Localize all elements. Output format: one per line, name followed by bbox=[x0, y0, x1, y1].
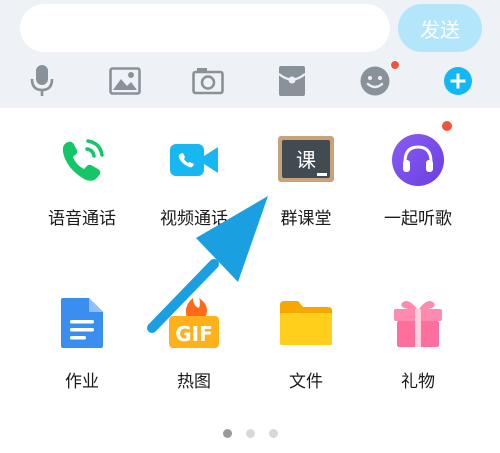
app-voice-call[interactable]: 语音通话 bbox=[26, 130, 138, 229]
plus-icon[interactable] bbox=[441, 64, 475, 98]
page-dot[interactable] bbox=[245, 429, 255, 438]
page-dot[interactable] bbox=[222, 429, 232, 438]
emoji-icon[interactable] bbox=[358, 64, 392, 98]
gift-icon bbox=[388, 293, 448, 353]
gif-badge-text: GIF bbox=[175, 322, 213, 346]
app-label: 群课堂 bbox=[280, 209, 332, 229]
app-label: 作业 bbox=[65, 372, 99, 392]
hot-gif-icon: GIF bbox=[164, 293, 224, 353]
page-dot[interactable] bbox=[268, 429, 278, 438]
voice-call-icon bbox=[52, 130, 112, 190]
red-packet-icon[interactable] bbox=[275, 64, 309, 98]
app-label: 文件 bbox=[289, 372, 323, 392]
app-video-call[interactable]: 视频通话 bbox=[138, 130, 250, 229]
app-listen-together[interactable]: 一起听歌 bbox=[362, 130, 474, 229]
message-input[interactable] bbox=[20, 4, 390, 52]
folder-icon bbox=[276, 293, 336, 353]
classroom-badge-text: 课 bbox=[296, 148, 316, 172]
app-label: 视频通话 bbox=[160, 209, 228, 229]
app-label: 语音通话 bbox=[48, 209, 116, 229]
group-classroom-icon: 课 bbox=[276, 130, 336, 190]
homework-icon bbox=[52, 293, 112, 353]
app-file[interactable]: 文件 bbox=[250, 293, 362, 392]
app-hot-gif[interactable]: GIF 热图 bbox=[138, 293, 250, 392]
app-gift[interactable]: 礼物 bbox=[362, 293, 474, 392]
microphone-icon[interactable] bbox=[25, 64, 59, 98]
listen-together-icon bbox=[388, 130, 448, 190]
app-homework[interactable]: 作业 bbox=[26, 293, 138, 392]
chat-input-area: 发送 bbox=[0, 0, 500, 108]
app-group-classroom[interactable]: 课 群课堂 bbox=[250, 130, 362, 229]
send-button[interactable]: 发送 bbox=[398, 4, 482, 52]
app-label: 礼物 bbox=[401, 372, 435, 392]
page-indicator bbox=[0, 429, 500, 438]
emoji-badge-dot bbox=[390, 60, 400, 70]
listen-together-badge-dot bbox=[441, 120, 453, 132]
app-label: 一起听歌 bbox=[384, 209, 452, 229]
image-icon[interactable] bbox=[108, 64, 142, 98]
camera-icon[interactable] bbox=[191, 64, 225, 98]
video-call-icon bbox=[164, 130, 224, 190]
app-label: 热图 bbox=[177, 372, 211, 392]
